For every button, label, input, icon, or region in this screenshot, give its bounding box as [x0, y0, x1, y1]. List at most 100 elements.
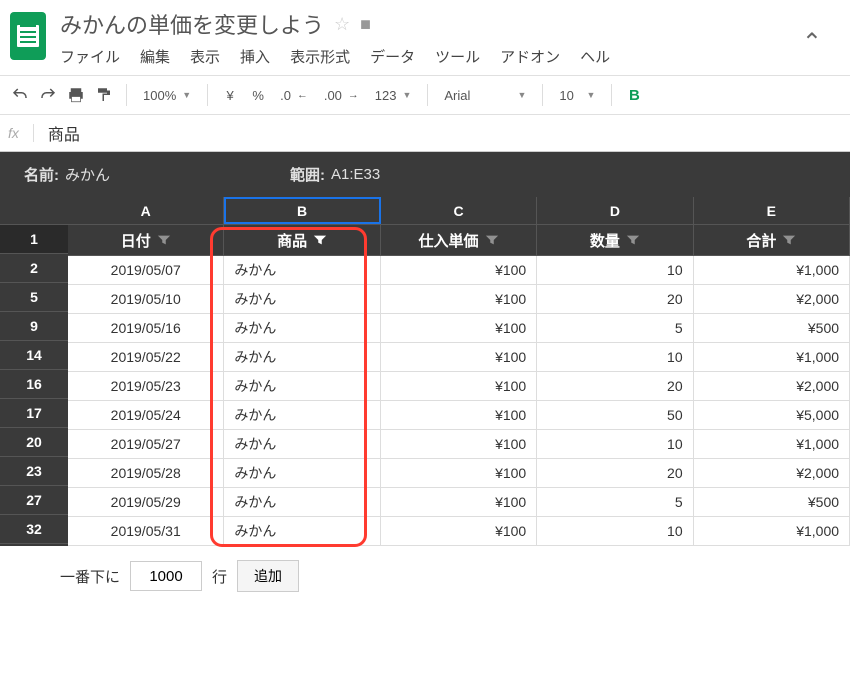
row-number[interactable]: 32: [0, 515, 68, 544]
menu-help[interactable]: ヘル: [580, 46, 610, 67]
cell-date[interactable]: 2019/05/29: [68, 488, 224, 516]
filter-icon[interactable]: [313, 234, 327, 246]
filter-icon[interactable]: [157, 234, 171, 246]
zoom-dropdown[interactable]: 100%▼: [139, 88, 195, 103]
cell-total[interactable]: ¥1,000: [694, 430, 850, 458]
cell-qty[interactable]: 10: [537, 517, 693, 545]
menu-view[interactable]: 表示: [190, 46, 220, 67]
cell-item[interactable]: みかん: [224, 372, 380, 400]
column-header-D[interactable]: D: [537, 197, 693, 224]
cell-qty[interactable]: 20: [537, 285, 693, 313]
cell-date[interactable]: 2019/05/28: [68, 459, 224, 487]
cell-total[interactable]: ¥1,000: [694, 517, 850, 545]
menu-file[interactable]: ファイル: [60, 46, 120, 67]
collapse-chevron-icon[interactable]: ⌃: [802, 8, 840, 57]
filter-icon[interactable]: [626, 234, 640, 246]
document-title[interactable]: みかんの単価を変更しよう: [60, 8, 324, 40]
cell-item[interactable]: みかん: [224, 459, 380, 487]
bold-button[interactable]: B: [624, 85, 644, 105]
addrows-count-input[interactable]: [130, 561, 202, 591]
cell-item[interactable]: みかん: [224, 488, 380, 516]
undo-icon[interactable]: [10, 85, 30, 105]
menu-insert[interactable]: 挿入: [240, 46, 270, 67]
menu-data[interactable]: データ: [370, 46, 415, 67]
header-date[interactable]: 日付: [68, 225, 224, 256]
cell-price[interactable]: ¥100: [381, 285, 537, 313]
filter-icon[interactable]: [485, 234, 499, 246]
number-format-dropdown[interactable]: 123▼: [371, 88, 416, 103]
cell-qty[interactable]: 10: [537, 343, 693, 371]
cell-qty[interactable]: 5: [537, 488, 693, 516]
cell-date[interactable]: 2019/05/16: [68, 314, 224, 342]
cell-total[interactable]: ¥500: [694, 314, 850, 342]
cell-item[interactable]: みかん: [224, 401, 380, 429]
font-size-dropdown[interactable]: 10▼: [555, 88, 599, 103]
filter-icon[interactable]: [782, 234, 796, 246]
row-number[interactable]: 14: [0, 341, 68, 370]
paint-format-icon[interactable]: [94, 85, 114, 105]
cell-price[interactable]: ¥100: [381, 372, 537, 400]
cell-date[interactable]: 2019/05/31: [68, 517, 224, 545]
row-number[interactable]: 16: [0, 370, 68, 399]
cell-total[interactable]: ¥2,000: [694, 285, 850, 313]
column-header-B[interactable]: B: [224, 197, 380, 224]
cell-total[interactable]: ¥2,000: [694, 372, 850, 400]
row-number[interactable]: 17: [0, 399, 68, 428]
cell-qty[interactable]: 10: [537, 430, 693, 458]
cell-total[interactable]: ¥5,000: [694, 401, 850, 429]
cell-price[interactable]: ¥100: [381, 488, 537, 516]
menu-tools[interactable]: ツール: [435, 46, 480, 67]
column-header-C[interactable]: C: [381, 197, 537, 224]
menu-edit[interactable]: 編集: [140, 46, 170, 67]
cell-item[interactable]: みかん: [224, 343, 380, 371]
row-number[interactable]: 27: [0, 486, 68, 515]
cell-date[interactable]: 2019/05/10: [68, 285, 224, 313]
row-number[interactable]: 20: [0, 428, 68, 457]
row-number[interactable]: 1: [0, 225, 68, 254]
folder-icon[interactable]: ■: [360, 14, 371, 35]
cell-qty[interactable]: 20: [537, 459, 693, 487]
cell-price[interactable]: ¥100: [381, 459, 537, 487]
cell-date[interactable]: 2019/05/07: [68, 256, 224, 284]
header-item[interactable]: 商品: [224, 225, 380, 256]
cell-price[interactable]: ¥100: [381, 517, 537, 545]
currency-icon[interactable]: ¥: [220, 85, 240, 105]
cell-item[interactable]: みかん: [224, 256, 380, 284]
sheets-app-icon[interactable]: [10, 12, 46, 60]
header-price[interactable]: 仕入単価: [381, 225, 537, 256]
cell-item[interactable]: みかん: [224, 314, 380, 342]
print-icon[interactable]: [66, 85, 86, 105]
cell-total[interactable]: ¥500: [694, 488, 850, 516]
decrease-decimal-icon[interactable]: .0←: [276, 88, 312, 103]
menu-format[interactable]: 表示形式: [290, 46, 350, 67]
cell-price[interactable]: ¥100: [381, 314, 537, 342]
cell-qty[interactable]: 50: [537, 401, 693, 429]
increase-decimal-icon[interactable]: .00→: [320, 88, 363, 103]
cell-price[interactable]: ¥100: [381, 430, 537, 458]
row-number[interactable]: 23: [0, 457, 68, 486]
cell-date[interactable]: 2019/05/22: [68, 343, 224, 371]
redo-icon[interactable]: [38, 85, 58, 105]
row-number[interactable]: 9: [0, 312, 68, 341]
cell-date[interactable]: 2019/05/27: [68, 430, 224, 458]
cell-price[interactable]: ¥100: [381, 343, 537, 371]
header-qty[interactable]: 数量: [537, 225, 693, 256]
formula-input[interactable]: 商品: [48, 121, 80, 145]
star-icon[interactable]: ☆: [334, 14, 350, 35]
cell-date[interactable]: 2019/05/24: [68, 401, 224, 429]
row-number[interactable]: 2: [0, 254, 68, 283]
cell-qty[interactable]: 20: [537, 372, 693, 400]
header-total[interactable]: 合計: [694, 225, 850, 256]
cell-qty[interactable]: 5: [537, 314, 693, 342]
select-all-corner[interactable]: [0, 197, 68, 225]
menu-addons[interactable]: アドオン: [500, 46, 560, 67]
percent-icon[interactable]: %: [248, 85, 268, 105]
cell-total[interactable]: ¥1,000: [694, 343, 850, 371]
font-family-dropdown[interactable]: Arial▼: [440, 88, 530, 103]
addrows-button[interactable]: 追加: [237, 560, 299, 592]
cell-price[interactable]: ¥100: [381, 401, 537, 429]
cell-date[interactable]: 2019/05/23: [68, 372, 224, 400]
cell-item[interactable]: みかん: [224, 517, 380, 545]
column-header-A[interactable]: A: [68, 197, 224, 224]
cell-total[interactable]: ¥1,000: [694, 256, 850, 284]
